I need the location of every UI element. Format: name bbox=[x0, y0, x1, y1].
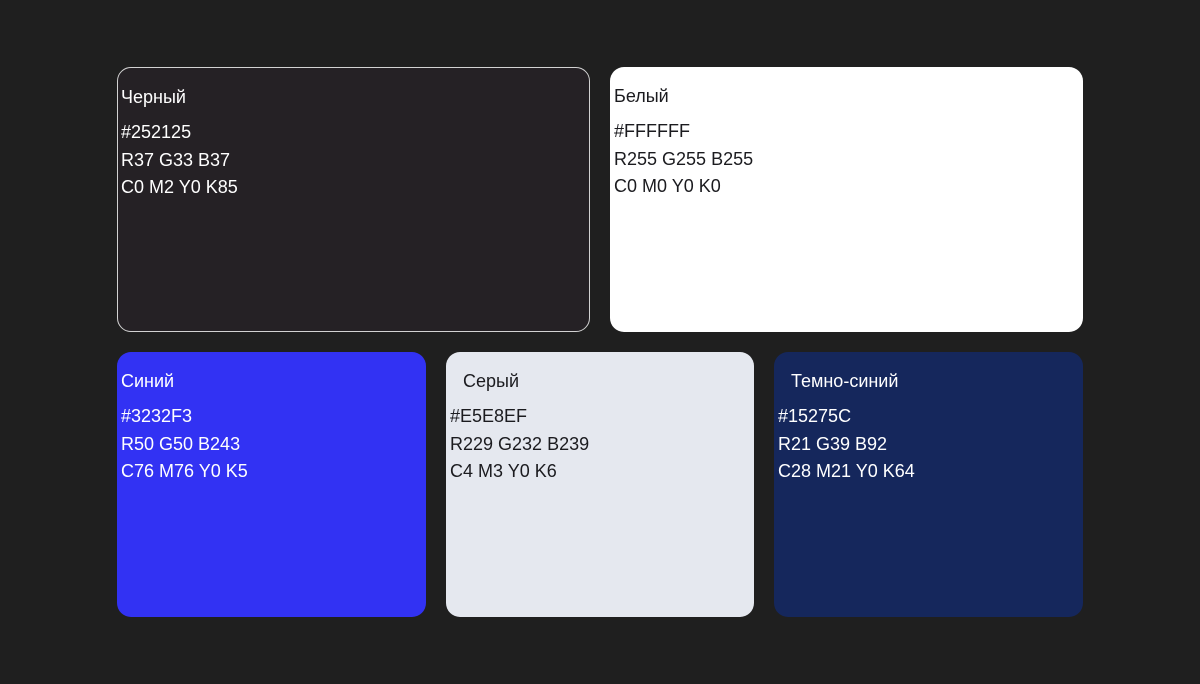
swatch-values: #15275C R21 G39 B92 C28 M21 Y0 K64 bbox=[778, 403, 915, 486]
swatch-hex: #3232F3 bbox=[121, 406, 193, 426]
swatch-rgb: R37 G33 B37 bbox=[121, 149, 231, 170]
swatch-name: Черный bbox=[121, 87, 186, 107]
swatch-rgb: R21 G39 B92 bbox=[778, 433, 888, 454]
swatch-cmyk: C76 M76 Y0 K5 bbox=[121, 461, 248, 481]
swatch-hex: #15275C bbox=[778, 406, 852, 426]
swatch-cmyk: C4 M3 Y0 K6 bbox=[450, 461, 557, 481]
swatch-black: Черный #252125 R37 G33 B37 C0 M2 Y0 K85 bbox=[117, 67, 590, 332]
swatch-cmyk: C0 M2 Y0 K85 bbox=[121, 177, 238, 197]
swatch-white: Белый #FFFFFF R255 G255 B255 C0 M0 Y0 K0 bbox=[610, 67, 1083, 332]
swatch-cmyk: C0 M0 Y0 K0 bbox=[614, 176, 721, 196]
swatch-name: Белый bbox=[614, 86, 669, 106]
swatch-values: #FFFFFF R255 G255 B255 C0 M0 Y0 K0 bbox=[614, 118, 753, 201]
swatch-values: #252125 R37 G33 B37 C0 M2 Y0 K85 bbox=[121, 119, 238, 202]
swatch-hex: #FFFFFF bbox=[614, 121, 690, 141]
swatch-navy: Темно-синий #15275C R21 G39 B92 C28 M21 … bbox=[774, 352, 1083, 617]
swatch-cmyk: C28 M21 Y0 K64 bbox=[778, 461, 915, 481]
swatch-hex: #E5E8EF bbox=[450, 406, 528, 426]
swatch-values: #3232F3 R50 G50 B243 C76 M76 Y0 K5 bbox=[121, 403, 248, 486]
swatch-name: Темно-синий bbox=[791, 371, 899, 391]
swatch-rgb: R255 G255 B255 bbox=[614, 148, 754, 169]
swatch-name: Серый bbox=[463, 371, 520, 391]
swatch-hex: #252125 bbox=[121, 122, 192, 142]
swatch-rgb: R229 G232 B239 bbox=[450, 433, 590, 454]
swatch-blue: Синий #3232F3 R50 G50 B243 C76 M76 Y0 K5 bbox=[117, 352, 426, 617]
swatch-rgb: R50 G50 B243 bbox=[121, 433, 241, 454]
swatch-values: #E5E8EF R229 G232 B239 C4 M3 Y0 K6 bbox=[450, 403, 589, 486]
swatch-name: Синий bbox=[121, 371, 175, 391]
swatch-gray: Серый #E5E8EF R229 G232 B239 C4 M3 Y0 K6 bbox=[446, 352, 754, 617]
